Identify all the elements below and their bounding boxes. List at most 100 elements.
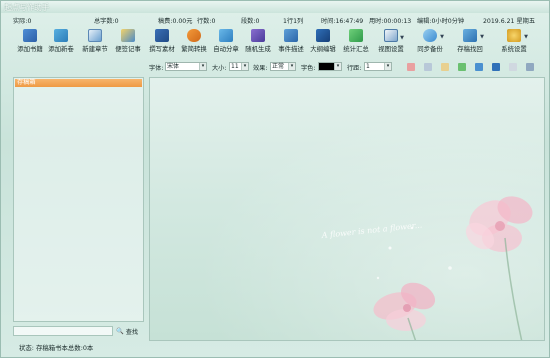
line-count: 行数:0 [197,18,216,25]
stats-bar: 实际:0 总字数:0 稿费:0.00元 行数:0 段数:0 1行1列 时间:16… [1,14,549,25]
search-button-label: 查找 [125,328,139,336]
stats-icon [349,29,363,42]
color-picker[interactable]: ▾ [318,62,342,71]
find-replace-icon[interactable] [526,63,534,71]
event-icon [284,29,298,42]
title-bar: 起点写作助手 [1,1,549,13]
chevron-down-icon: ▼ [440,34,444,40]
total-words: 总字数:0 [94,18,119,25]
search-button[interactable]: 🔍 查找 [116,326,138,336]
cursor-position: 1行1列 [283,18,304,25]
sync-backup-label: 同步备份 [417,45,443,53]
status-bar: 状态: 存稿箱书本总数:0本 [1,342,549,357]
size-select[interactable]: 11 ▾ [229,62,249,71]
search-input[interactable] [13,326,113,336]
size-label: 大小: [212,65,227,72]
random-icon [251,29,265,42]
chevron-down-icon: ▾ [241,63,248,70]
system-settings-button[interactable]: ▼ 系统设置 [497,26,531,59]
view-settings-label: 视图设置 [378,45,404,53]
view-settings-button[interactable]: ▼ 视图设置 [374,26,408,59]
chevron-down-icon: ▾ [334,63,341,70]
save-icon[interactable] [492,63,500,71]
stats-button[interactable]: 统计汇总 [341,26,371,59]
font-label: 字体: [149,65,164,72]
recover-button[interactable]: ▼ 存稿找回 [453,26,487,59]
new-chapter-label: 新建章节 [82,45,108,53]
auto-split-icon [219,29,233,42]
sync-backup-icon: ▼ [423,29,444,42]
event-label: 事件描述 [278,45,304,53]
linespacing-select[interactable]: 1 ▾ [364,62,392,71]
add-volume-button[interactable]: 添加新卷 [46,26,76,59]
edit-time: 编辑:0小时0分钟 [417,18,465,25]
system-settings-icon: ▼ [507,29,528,42]
font-select[interactable]: 宋体 ▾ [165,62,207,71]
cut-icon[interactable] [407,63,415,71]
chevron-down-icon: ▾ [384,63,391,70]
view-settings-icon: ▼ [384,29,404,42]
new-chapter-icon [88,29,102,42]
book-tree[interactable]: 存稿箱 [13,77,144,322]
actual-count: 实际:0 [13,18,32,25]
flower-decoration [373,196,533,340]
recover-icon: ▼ [463,29,484,42]
new-chapter-button[interactable]: 新建章节 [80,26,110,59]
add-book-button[interactable]: 添加书籍 [15,26,45,59]
status-text: 状态: 存稿箱书本总数:0本 [19,344,94,352]
main-toolbar: 添加书籍 添加新卷 新建章节 便签记事 撰写素材 繁简转换 自动分章 随机生成 [1,26,549,60]
auto-split-button[interactable]: 自动分章 [211,26,241,59]
color-label: 字色: [301,65,316,72]
font-value: 宋体 [167,63,180,70]
effect-select[interactable]: 正常 ▾ [270,62,296,71]
chevron-down-icon: ▼ [480,34,484,40]
linespacing-label: 行距: [347,65,362,72]
convert-icon [187,29,201,42]
convert-button[interactable]: 繁简转换 [179,26,209,59]
app-window: 起点写作助手 实际:0 总字数:0 稿费:0.00元 行数:0 段数:0 1行1… [0,0,550,358]
material-icon [155,29,169,42]
redo-icon[interactable] [475,63,483,71]
clock: 时间:16:47:49 [321,18,364,25]
editor-area[interactable]: A flower is not a flower... [149,77,545,341]
background-art: A flower is not a flower... [320,196,533,340]
effect-label: 效果: [253,65,268,72]
tree-item-drafts[interactable]: 存稿箱 [15,79,142,87]
event-button[interactable]: 事件描述 [276,26,306,59]
fee: 稿费:0.00元 [158,18,193,25]
sync-backup-button[interactable]: ▼ 同步备份 [413,26,447,59]
chevron-down-icon: ▾ [199,63,206,70]
stats-label: 统计汇总 [343,45,369,53]
search-icon: 🔍 [116,328,124,335]
note-button[interactable]: 便签记事 [113,26,143,59]
chevron-down-icon: ▼ [524,34,528,40]
undo-icon[interactable] [458,63,466,71]
material-label: 撰写素材 [149,45,175,53]
outline-icon [316,29,330,42]
date: 2019.6.21 星期五 [483,18,536,25]
copy-icon[interactable] [424,63,432,71]
outline-button[interactable]: 大纲编辑 [308,26,338,59]
size-value: 11 [231,63,239,70]
window-title: 起点写作助手 [4,3,50,12]
elapsed-time: 用时:00:00:13 [369,18,412,25]
note-icon [121,29,135,42]
outline-label: 大纲编辑 [310,45,336,53]
format-bar: 字体: 宋体 ▾ 大小: 11 ▾ 效果: 正常 ▾ 字色: ▾ 行距: 1 ▾ [149,61,547,73]
convert-label: 繁简转换 [181,45,207,53]
paragraph-count: 段数:0 [241,18,260,25]
chevron-down-icon: ▾ [288,63,295,70]
random-label: 随机生成 [245,45,271,53]
system-settings-label: 系统设置 [501,45,527,53]
paste-icon[interactable] [441,63,449,71]
print-icon[interactable] [509,63,517,71]
chevron-down-icon: ▼ [400,35,404,41]
random-button[interactable]: 随机生成 [243,26,273,59]
add-book-label: 添加书籍 [17,45,43,53]
effect-value: 正常 [272,63,285,70]
add-book-icon [23,29,37,42]
note-label: 便签记事 [115,45,141,53]
add-volume-icon [54,29,68,42]
auto-split-label: 自动分章 [213,45,239,53]
material-button[interactable]: 撰写素材 [147,26,177,59]
